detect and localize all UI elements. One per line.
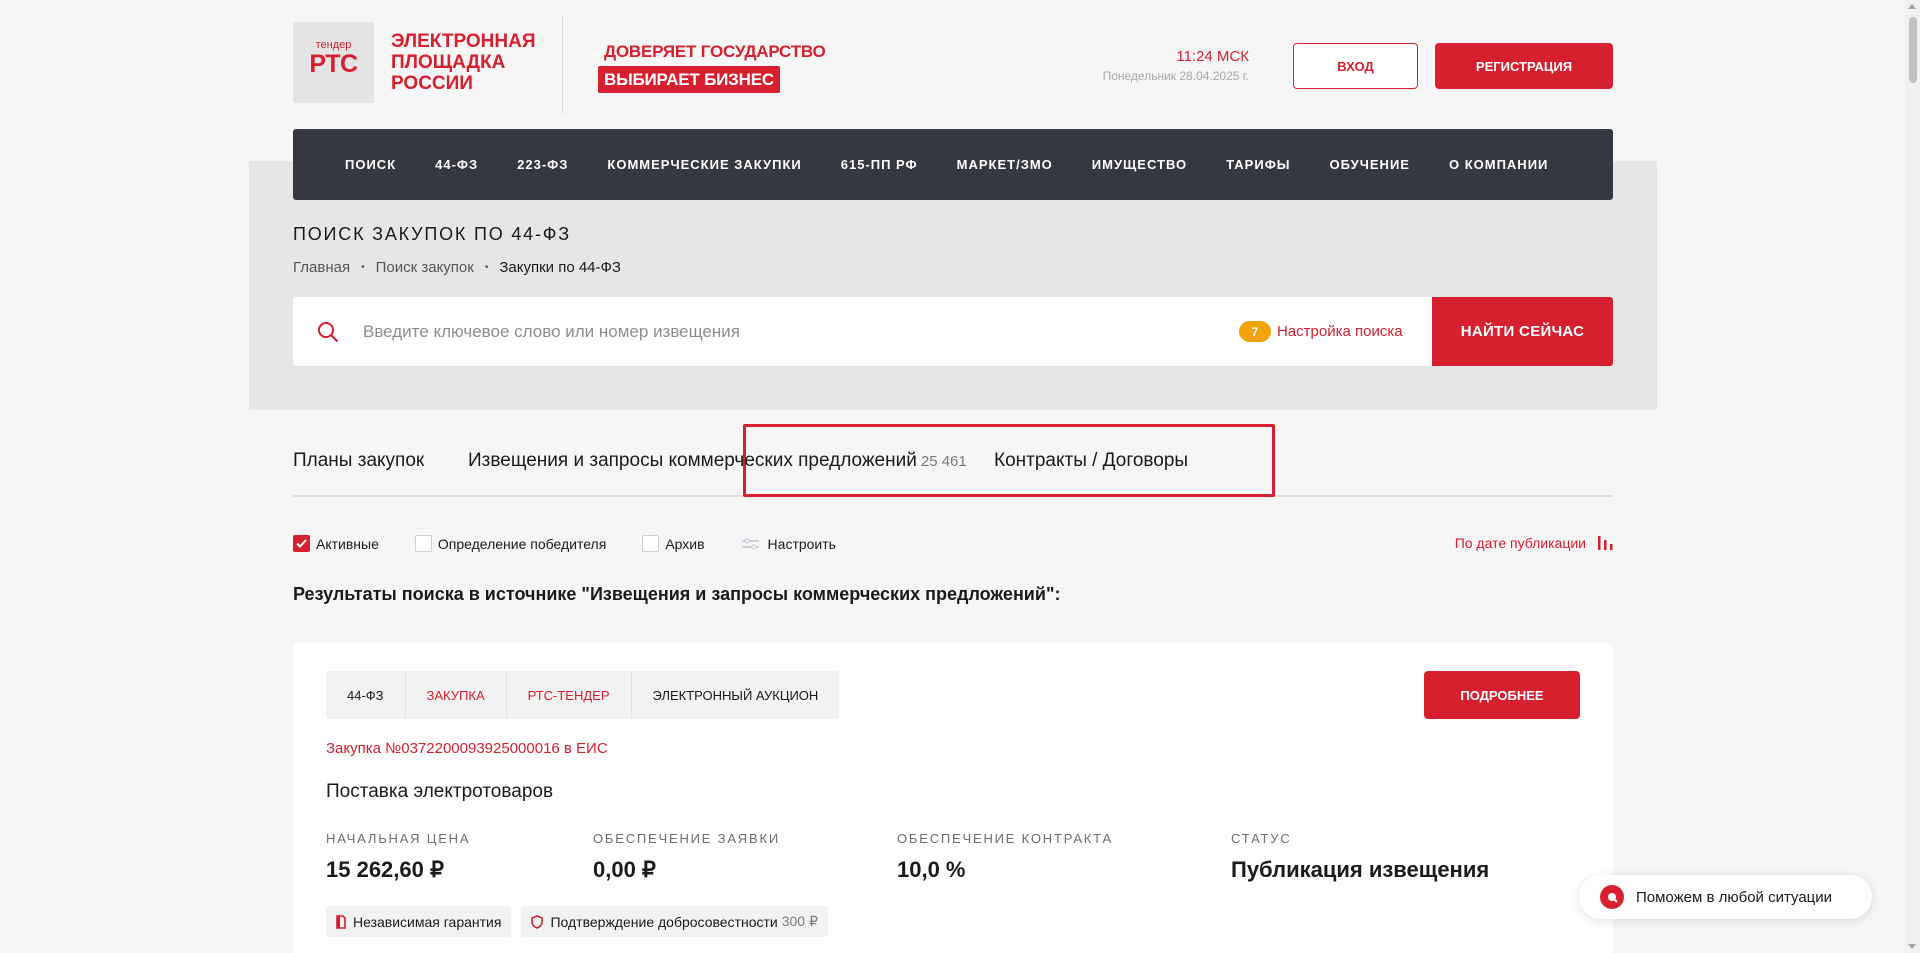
winner-checkbox[interactable]: [414, 535, 432, 552]
tag-law: 44-ФЗ: [326, 671, 406, 719]
metric-label: ОБЕСПЕЧЕНИЕ ЗАЯВКИ: [593, 831, 780, 846]
breadcrumb: Главная • Поиск закупок • Закупки по 44-…: [293, 259, 621, 276]
configure-label: Настроить: [767, 535, 836, 552]
header-divider: [562, 16, 563, 114]
chip-independent-guarantee[interactable]: Независимая гарантия: [326, 906, 512, 937]
breadcrumb-separator: •: [484, 262, 489, 273]
tagline-choice: ВЫБИРАЕТ БИЗНЕС: [598, 66, 780, 93]
filter-archive-label: Архив: [665, 535, 705, 552]
tab-notices-count: 25 461: [920, 453, 967, 470]
nav-item-tariffs[interactable]: ТАРИФЫ: [1226, 157, 1290, 172]
nav-item-search[interactable]: ПОИСК: [345, 157, 396, 172]
settings-count-badge: 7: [1239, 321, 1271, 342]
settings-label: Настройка поиска: [1277, 323, 1403, 340]
chip-confirm-label: Подтверждение добросовестности: [550, 913, 778, 930]
tabs: Планы закупок Извещения и запросы коммер…: [293, 424, 1613, 497]
filter-archive[interactable]: Архив: [642, 535, 705, 552]
filter-winner-label: Определение победителя: [437, 535, 607, 552]
shield-icon: [531, 914, 544, 929]
search-settings-link[interactable]: 7 Настройка поиска: [1239, 321, 1403, 342]
filter-active-label: Активные: [316, 535, 379, 552]
nav-item-market[interactable]: МАРКЕТ/ЗМО: [957, 157, 1053, 172]
nav-item-training[interactable]: ОБУЧЕНИЕ: [1330, 157, 1410, 172]
metric-value: 10,0 %: [897, 857, 966, 882]
details-button[interactable]: ПОДРОБНЕЕ: [1424, 671, 1580, 719]
metric-label: ОБЕСПЕЧЕНИЕ КОНТРАКТА: [897, 831, 1113, 846]
breadcrumb-search[interactable]: Поиск закупок: [376, 259, 474, 276]
scrollbar[interactable]: [1905, 0, 1920, 953]
tab-notices-label: Извещения и запросы коммерческих предлож…: [468, 450, 917, 471]
help-widget[interactable]: Поможем в любой ситуации: [1579, 875, 1872, 919]
site-header: тендер РТС ЭЛЕКТРОННАЯ ПЛОЩАДКА РОССИИ Д…: [0, 0, 1920, 128]
breadcrumb-separator: •: [361, 262, 365, 273]
sort-bars-icon: [1598, 536, 1613, 550]
tab-plans[interactable]: Планы закупок: [293, 450, 424, 472]
find-now-button[interactable]: НАЙТИ СЕЙЧАС: [1432, 297, 1613, 366]
metric-bid-security: ОБЕСПЕЧЕНИЕ ЗАЯВКИ 0,00 ₽: [593, 831, 780, 883]
login-button[interactable]: ВХОД: [1293, 43, 1418, 89]
document-icon: [336, 914, 346, 929]
filter-active[interactable]: Активные: [293, 535, 379, 552]
search-icon: [318, 322, 338, 342]
scroll-down-arrow-icon[interactable]: [1908, 944, 1916, 949]
nav-item-about[interactable]: О КОМПАНИИ: [1449, 157, 1548, 172]
configure-filters[interactable]: Настроить: [741, 536, 836, 552]
scroll-thumb[interactable]: [1909, 17, 1917, 83]
current-time: 11:24 МСК: [1176, 48, 1249, 65]
chip-confirm-price: 300 ₽: [781, 913, 818, 929]
logo-big-text: РТС: [309, 50, 358, 78]
metric-label: НАЧАЛЬНАЯ ЦЕНА: [326, 831, 471, 846]
card-title[interactable]: Поставка электротоваров: [326, 781, 553, 803]
card-tags: 44-ФЗ ЗАКУПКА РТС-ТЕНДЕР ЭЛЕКТРОННЫЙ АУК…: [326, 671, 840, 719]
nav-item-commercial[interactable]: КОММЕРЧЕСКИЕ ЗАКУПКИ: [607, 157, 801, 172]
metric-value: 15 262,60 ₽: [326, 857, 444, 882]
chip-guarantee-label: Независимая гарантия: [353, 913, 502, 930]
sort-by-date[interactable]: По дате публикации: [1455, 535, 1613, 551]
search-input[interactable]: [363, 315, 1163, 349]
metric-start-price: НАЧАЛЬНАЯ ЦЕНА 15 262,60 ₽: [326, 831, 470, 883]
chat-icon: [1600, 885, 1624, 909]
nav-item-property[interactable]: ИМУЩЕСТВО: [1092, 157, 1187, 172]
filter-winner[interactable]: Определение победителя: [414, 535, 607, 552]
current-date: Понедельник 28.04.2025 г.: [1102, 69, 1249, 83]
help-label: Поможем в любой ситуации: [1636, 888, 1833, 906]
check-icon: [296, 539, 307, 548]
card-chips: Независимая гарантия Подтверждение добро…: [326, 906, 838, 937]
metric-contract-security: ОБЕСПЕЧЕНИЕ КОНТРАКТА 10,0 %: [897, 831, 1113, 883]
page-title: ПОИСК ЗАКУПОК ПО 44-ФЗ: [293, 224, 571, 244]
sort-label: По дате публикации: [1454, 535, 1586, 551]
nav-item-44fz[interactable]: 44-ФЗ: [435, 157, 478, 172]
results-title: Результаты поиска в источнике "Извещения…: [293, 584, 1061, 604]
search-bar: 7 Настройка поиска НАЙТИ СЕЙЧАС: [293, 297, 1613, 366]
metric-value: 0,00 ₽: [593, 857, 656, 882]
main-nav: ПОИСК 44-ФЗ 223-ФЗ КОММЕРЧЕСКИЕ ЗАКУПКИ …: [293, 129, 1613, 200]
filters: Активные Определение победителя Архив На…: [293, 535, 872, 552]
tab-contracts[interactable]: Контракты / Договоры: [994, 450, 1188, 472]
tab-notices[interactable]: Извещения и запросы коммерческих предлож…: [468, 450, 967, 472]
tag-type: ЗАКУПКА: [406, 671, 507, 719]
chip-good-faith[interactable]: Подтверждение добросовестности 300 ₽: [521, 906, 828, 937]
tag-method: ЭЛЕКТРОННЫЙ АУКЦИОН: [652, 687, 819, 703]
logo[interactable]: тендер РТС: [293, 22, 374, 103]
eis-link[interactable]: Закупка №0372200093925000016 в ЕИС: [326, 740, 608, 757]
metric-label: СТАТУС: [1231, 831, 1292, 846]
breadcrumb-current: Закупки по 44-ФЗ: [499, 259, 621, 276]
tagline-trust: ДОВЕРЯЕТ ГОСУДАРСТВО: [604, 42, 826, 61]
procurement-card: 44-ФЗ ЗАКУПКА РТС-ТЕНДЕР ЭЛЕКТРОННЫЙ АУК…: [293, 643, 1613, 953]
nav-item-615pp[interactable]: 615-ПП РФ: [841, 157, 918, 172]
sliders-icon: [741, 538, 759, 549]
tag-platform: РТС-ТЕНДЕР: [507, 671, 632, 719]
logo-text: ЭЛЕКТРОННАЯ ПЛОЩАДКА РОССИИ: [391, 31, 536, 94]
metric-status: СТАТУС Публикация извещения: [1231, 831, 1489, 883]
active-checkbox[interactable]: [293, 535, 310, 552]
metric-value: Публикация извещения: [1231, 857, 1490, 882]
register-button[interactable]: РЕГИСТРАЦИЯ: [1435, 43, 1613, 89]
scroll-up-arrow-icon[interactable]: [1908, 4, 1916, 9]
breadcrumb-home[interactable]: Главная: [293, 259, 350, 276]
archive-checkbox[interactable]: [642, 535, 660, 552]
nav-item-223fz[interactable]: 223-ФЗ: [517, 157, 568, 172]
